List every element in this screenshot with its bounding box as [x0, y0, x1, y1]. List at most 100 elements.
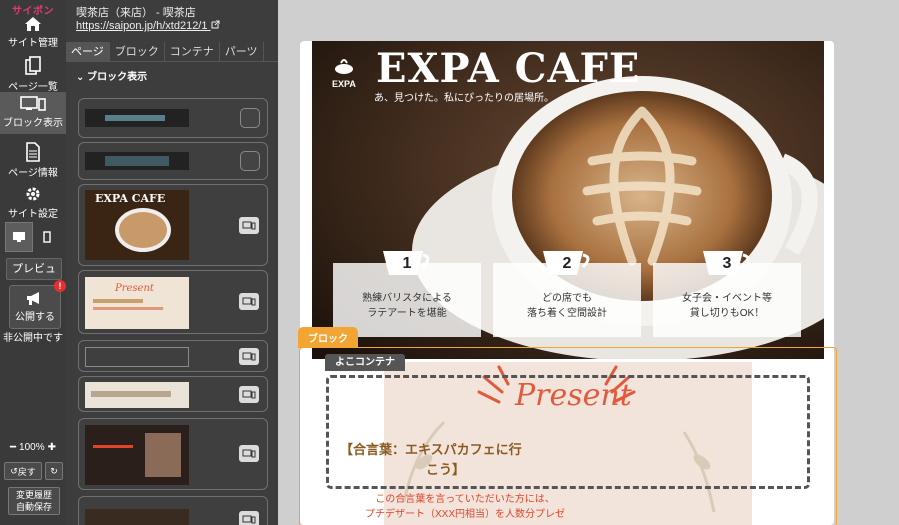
block-thumbnail — [85, 509, 189, 525]
rail-item-site-management[interactable]: サイト管理 — [0, 16, 66, 49]
zoom-out-button[interactable]: ━ — [10, 442, 16, 453]
section-title[interactable]: ⌄ ブロック表示 — [76, 68, 147, 83]
mobile-view-button[interactable] — [33, 222, 61, 252]
preview-button[interactable]: プレビュー — [6, 258, 62, 295]
devices-icon — [242, 297, 256, 305]
rail-item-page-list[interactable]: ページ一覧 — [0, 56, 66, 93]
devices-icon — [20, 96, 46, 111]
block-panel: 喫茶店（来店） - 喫茶店 https://saipon.jp/h/xtd212… — [66, 0, 278, 525]
feature-line: ラテアートを堪能 — [367, 308, 447, 319]
block-item[interactable] — [78, 340, 268, 372]
rail-item-label: ページ情報 — [8, 168, 58, 179]
redo-icon: ↻ — [50, 465, 58, 476]
feature-line: 貸し切りもOK！ — [689, 308, 765, 319]
tab-parts[interactable]: パーツ — [220, 42, 264, 61]
app-window: サイポン サイト管理 ページ一覧 ブロック表示 ページ情報 サイト設定 プレビュ… — [0, 0, 899, 525]
keyword-text[interactable]: 【合言葉：エキスパカフェに行 こう】 — [340, 440, 522, 480]
description-line: プチデザート（XXX円相当）を人数分プレゼ — [364, 509, 565, 520]
keyword-line: こう】 — [426, 462, 466, 477]
block-checkbox[interactable] — [240, 108, 260, 128]
devices-icon — [242, 221, 256, 229]
history-label: 変更履歴 — [15, 490, 52, 500]
tab-block[interactable]: ブロック — [110, 42, 165, 61]
block-checkbox[interactable] — [240, 151, 260, 171]
devices-icon — [242, 352, 256, 360]
device-visibility-button[interactable] — [239, 293, 259, 310]
publish-button[interactable]: 公開する ! — [9, 280, 66, 329]
feature-line: 落ち着く空間設計 — [527, 308, 607, 319]
mobile-icon — [43, 231, 51, 243]
block-thumbnail — [85, 347, 189, 367]
rail-item-label: サイト設定 — [8, 209, 58, 220]
device-toggle — [5, 222, 61, 252]
hero-section[interactable]: EXPA EXPA CAFE あ、見つけた。私にぴったりの居場所。 1 熟練バリ… — [312, 41, 824, 359]
container-label[interactable]: よこコンテナ — [325, 354, 405, 371]
left-rail: サイポン サイト管理 ページ一覧 ブロック表示 ページ情報 サイト設定 プレビュ… — [0, 0, 66, 525]
tab-page[interactable]: ページ — [66, 42, 110, 61]
site-url-link[interactable]: https://saipon.jp/h/xtd212/1 — [76, 20, 220, 32]
block-thumbnail — [85, 425, 189, 485]
block-label[interactable]: ブロック — [298, 327, 358, 348]
description-line: この合言葉を言っていただいた方には、 — [375, 494, 555, 505]
undo-icon: ↺ — [10, 465, 18, 476]
document-icon — [26, 142, 40, 162]
external-link-icon — [211, 20, 220, 29]
device-visibility-button[interactable] — [239, 386, 259, 403]
tab-container[interactable]: コンテナ — [165, 42, 220, 61]
redo-button[interactable]: ↻ — [45, 462, 63, 480]
block-item[interactable]: Present — [78, 270, 268, 334]
zoom-in-button[interactable]: ✚ — [48, 442, 56, 453]
cafe-logo: EXPA — [332, 55, 356, 89]
device-visibility-button[interactable] — [239, 445, 259, 462]
section-title-label: ブロック表示 — [87, 72, 148, 83]
brand-logo: サイポン — [12, 6, 54, 17]
block-item[interactable] — [78, 142, 268, 180]
device-visibility-button[interactable] — [239, 348, 259, 365]
feature-line: 熟練バリスタによる — [362, 293, 452, 304]
present-description[interactable]: この合言葉を言っていただいた方には、 プチデザート（XXX円相当）を人数分プレゼ — [330, 492, 600, 522]
block-thumbnail — [85, 382, 189, 408]
chevron-down-icon: ⌄ — [76, 72, 85, 83]
history-button[interactable]: 変更履歴 自動保存 — [8, 487, 60, 515]
block-item[interactable] — [78, 376, 268, 412]
megaphone-icon — [27, 292, 39, 305]
rail-item-page-info[interactable]: ページ情報 — [0, 142, 66, 179]
block-item[interactable] — [78, 496, 268, 525]
autosave-label: 自動保存 — [15, 502, 52, 512]
devices-icon — [242, 449, 256, 457]
devices-icon — [242, 390, 256, 398]
feature-number: 2 — [562, 255, 572, 272]
feature-card-3: 3 女子会・イベント等 貸し切りもOK！ — [653, 251, 801, 337]
site-url-text: https://saipon.jp/h/xtd212/1 — [76, 20, 208, 32]
notification-badge: ! — [54, 280, 66, 292]
rail-item-label: サイト管理 — [8, 38, 58, 49]
feature-line: どの席でも — [542, 293, 592, 304]
thumb-present: Present — [115, 283, 154, 294]
block-item[interactable] — [78, 98, 268, 138]
publish-label: 公開する — [15, 312, 55, 323]
feature-text: どの席でも 落ち着く空間設計 — [493, 291, 641, 321]
coffee-logo-icon — [334, 59, 353, 74]
block-thumbnail: EXPA CAFE — [85, 190, 189, 260]
hero-tagline: あ、見つけた。私にぴったりの居場所。 — [374, 93, 554, 104]
rail-item-label: ブロック表示 — [3, 118, 63, 129]
publish-status: 非公開中です — [3, 333, 63, 344]
block-item[interactable] — [78, 418, 268, 490]
desktop-view-button[interactable] — [5, 222, 33, 252]
block-item[interactable]: EXPA CAFE — [78, 184, 268, 266]
device-visibility-button[interactable] — [239, 511, 259, 525]
rail-item-block-view[interactable]: ブロック表示 — [0, 92, 66, 134]
zoom-control: ━ 100% ✚ — [0, 442, 66, 453]
gear-icon — [26, 187, 40, 201]
rail-item-site-settings[interactable]: サイト設定 — [0, 185, 66, 220]
device-visibility-button[interactable] — [239, 217, 259, 234]
logo-text: EXPA — [332, 79, 356, 89]
home-icon — [25, 17, 41, 31]
undo-button[interactable]: ↺ 戻す — [4, 462, 42, 480]
feature-number: 3 — [722, 255, 732, 272]
feature-card-1: 1 熟練バリスタによる ラテアートを堪能 — [333, 251, 481, 337]
devices-icon — [242, 515, 256, 523]
undo-label: 戻す — [17, 466, 36, 477]
pages-icon — [25, 56, 41, 75]
block-thumbnail — [85, 109, 189, 127]
